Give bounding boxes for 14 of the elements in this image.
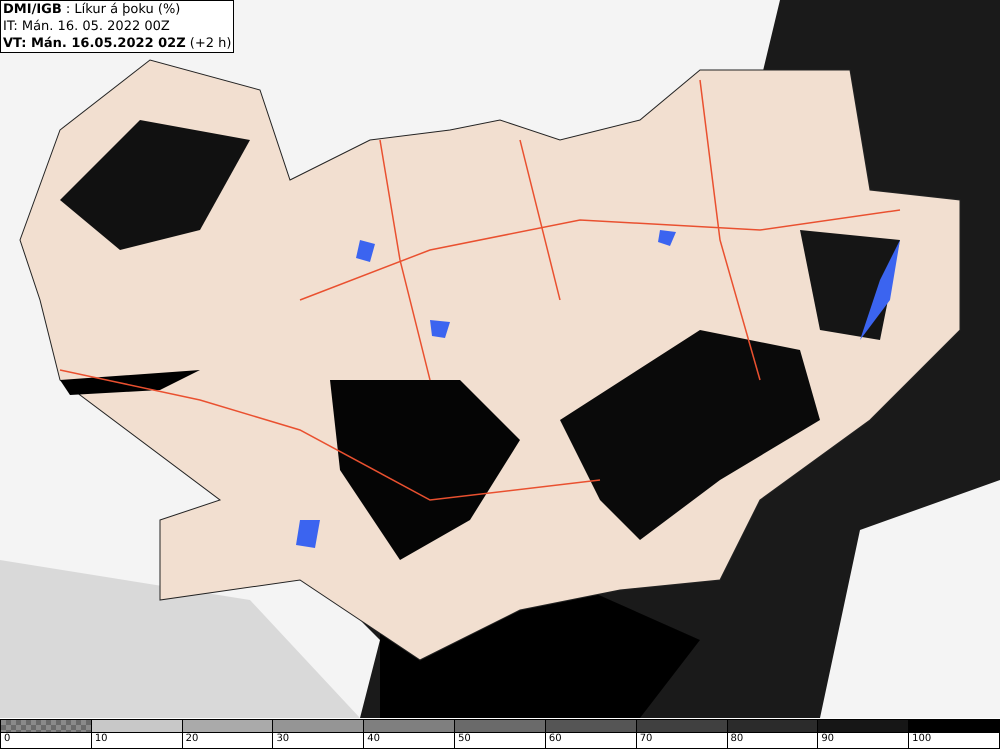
legend-tick-label: 100: [912, 733, 932, 745]
legend-tick-label: 10: [94, 733, 108, 745]
header-text: IT: Mán. 16. 05. 2022 00Z: [3, 18, 171, 35]
legend-tick-label: 60: [548, 733, 562, 745]
header-text: VT: Mán. 16.05.2022 02Z (+2 h): [3, 35, 232, 52]
legend-tick-label: 70: [640, 733, 652, 745]
legend-tick-label: 90: [821, 733, 834, 745]
legend-tick-label: 20: [186, 733, 198, 745]
legend-tick-label: 30: [276, 733, 290, 745]
header-text: DMI/IGB : Líkur á þoku (%): [3, 1, 182, 18]
legend-tick-label: 50: [458, 733, 471, 745]
legend-tick-label: 0: [4, 733, 10, 745]
legend-tick-label: 40: [367, 733, 380, 745]
legend-tick-label: 80: [730, 733, 744, 745]
